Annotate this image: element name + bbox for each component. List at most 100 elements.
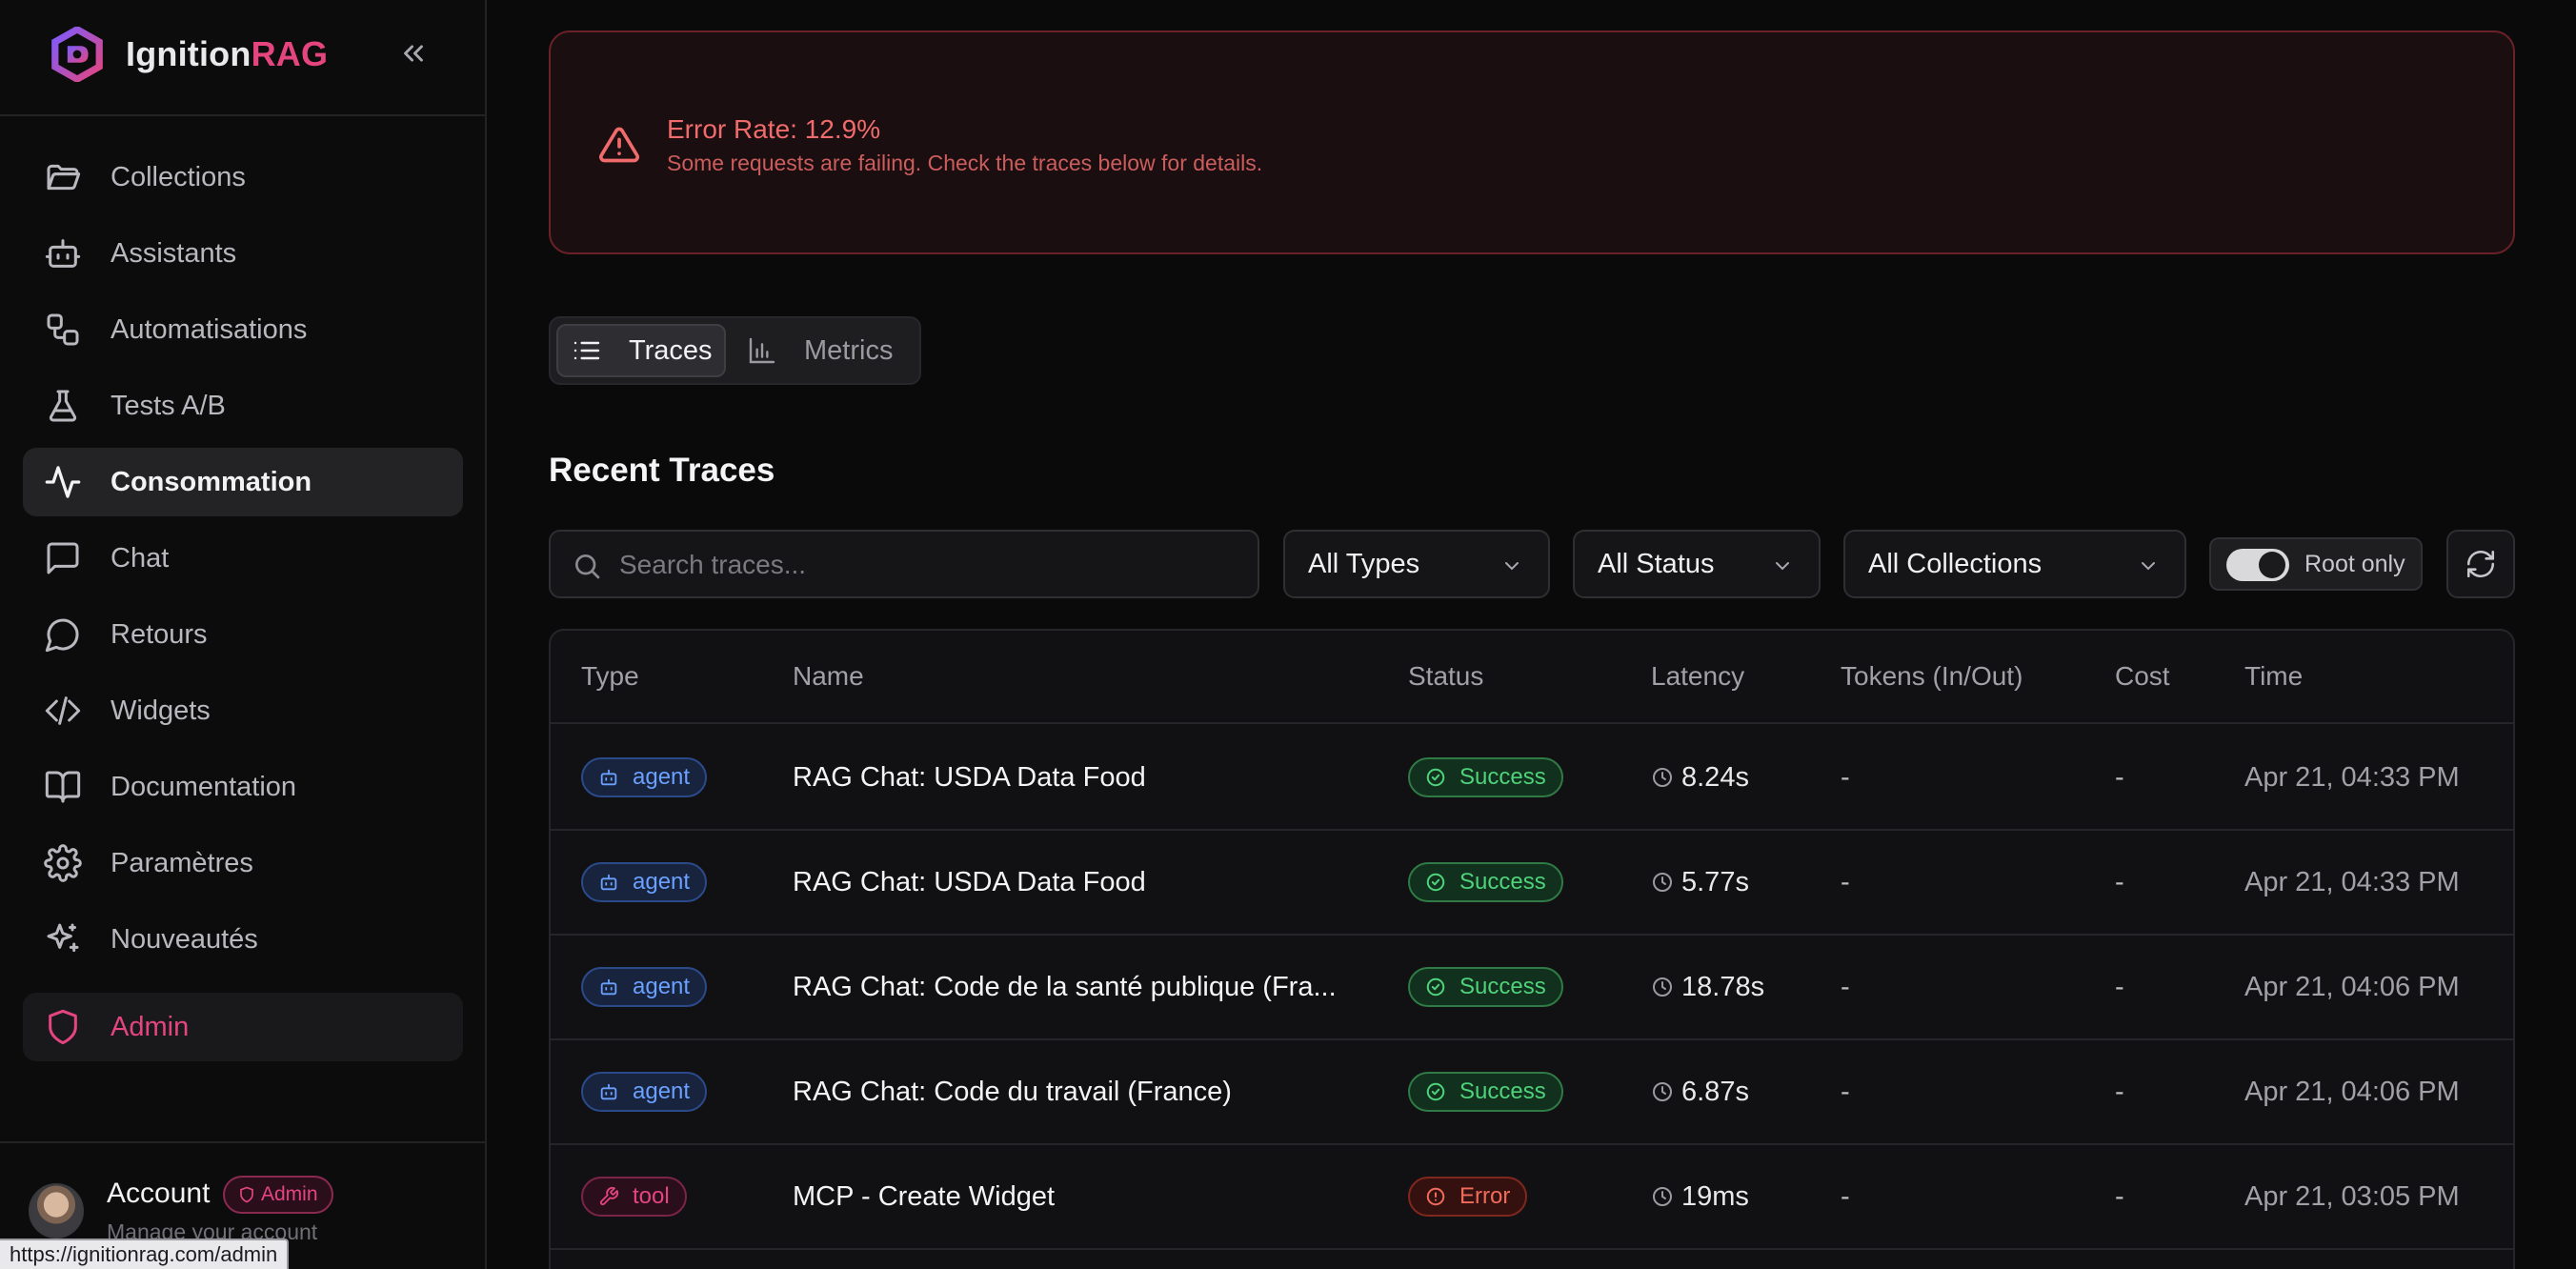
sparkles-icon bbox=[47, 923, 79, 953]
refresh-icon bbox=[2466, 550, 2495, 578]
sidebar-item-label: Nouveautés bbox=[111, 923, 258, 955]
tokens-cell: - bbox=[1841, 1180, 1850, 1212]
flask-icon bbox=[49, 390, 77, 422]
sidebar-item-assistants[interactable]: Assistants bbox=[23, 219, 463, 288]
bot-icon bbox=[45, 239, 81, 268]
tab-metrics[interactable]: Metrics bbox=[747, 324, 893, 377]
sidebar-item-widgets[interactable]: Widgets bbox=[23, 676, 463, 745]
traces-table: Type Name Status Latency Tokens (In/Out)… bbox=[549, 629, 2515, 1269]
root-only-toggle[interactable] bbox=[2226, 549, 2289, 581]
column-header-type[interactable]: Type bbox=[581, 661, 639, 692]
brand[interactable]: IgnitionRAG bbox=[50, 25, 328, 84]
type-filter-select[interactable]: All Types bbox=[1283, 530, 1550, 598]
sidebar-item-chat[interactable]: Chat bbox=[23, 524, 463, 593]
search-icon bbox=[575, 554, 600, 579]
root-only-filter: Root only bbox=[2209, 537, 2423, 591]
clock-icon bbox=[1653, 873, 1672, 892]
account-name: Account bbox=[107, 1178, 211, 1209]
chevrons-left-icon bbox=[404, 45, 423, 62]
table-row[interactable]: agent RAG Chat: USDA Data Food Success 5… bbox=[551, 831, 2513, 936]
bot-icon bbox=[600, 1083, 617, 1100]
search-box bbox=[549, 530, 1259, 598]
status-badge: Success bbox=[1408, 967, 1563, 1007]
column-header-status[interactable]: Status bbox=[1408, 661, 1483, 692]
time-cell: Apr 21, 04:06 PM bbox=[2244, 1076, 2460, 1107]
collapse-sidebar-button[interactable] bbox=[392, 32, 434, 74]
cost-cell: - bbox=[2115, 1180, 2124, 1212]
type-badge: agent bbox=[581, 862, 708, 902]
shield-icon bbox=[240, 1186, 253, 1203]
time-cell: Apr 21, 04:33 PM bbox=[2244, 866, 2460, 897]
sidebar-item-label: Automatisations bbox=[111, 313, 308, 345]
cost-cell: - bbox=[2115, 971, 2124, 1002]
column-header-cost[interactable]: Cost bbox=[2115, 661, 2170, 692]
bot-icon bbox=[600, 769, 617, 786]
wrench-icon bbox=[599, 1186, 619, 1206]
table-row[interactable]: agent RAG Chat: Code de la santé publiqu… bbox=[551, 936, 2513, 1040]
check-circle-icon bbox=[1426, 1082, 1445, 1101]
check-circle-icon bbox=[1426, 977, 1445, 997]
sidebar-item-collections[interactable]: Collections bbox=[23, 143, 463, 212]
trace-name: RAG Chat: Code du travail (France) bbox=[793, 1076, 1232, 1107]
bot-icon bbox=[600, 874, 617, 891]
column-header-time[interactable]: Time bbox=[2244, 661, 2303, 692]
book-icon bbox=[45, 771, 81, 803]
check-circle-icon bbox=[1426, 873, 1445, 892]
sidebar-item-tests-ab[interactable]: Tests A/B bbox=[23, 372, 463, 440]
tab-traces[interactable]: Traces bbox=[556, 324, 726, 377]
workflow-icon bbox=[47, 313, 79, 346]
sidebar-item-label: Paramètres bbox=[111, 847, 253, 878]
divider bbox=[0, 1141, 487, 1143]
cost-cell: - bbox=[2115, 761, 2124, 793]
clock-icon bbox=[1653, 768, 1672, 787]
table-row[interactable]: agent RAG Chat: USDA Data Food Success 8… bbox=[551, 726, 2513, 831]
search-input[interactable] bbox=[619, 541, 1229, 589]
folder-icon bbox=[47, 164, 81, 191]
message-circle-icon bbox=[45, 618, 79, 653]
table-row[interactable]: agent RAG Chat: Code du travail (France)… bbox=[551, 1040, 2513, 1145]
sidebar-item-label: Admin bbox=[111, 1011, 190, 1042]
sidebar-item-admin[interactable]: Admin bbox=[23, 993, 463, 1061]
sidebar-item-documentation[interactable]: Documentation bbox=[23, 753, 463, 821]
logo-icon bbox=[51, 27, 103, 82]
sidebar-item-consommation[interactable]: Consommation bbox=[23, 448, 463, 516]
latency-cell: 6.87s bbox=[1651, 1040, 1749, 1143]
column-header-latency[interactable]: Latency bbox=[1651, 661, 1744, 692]
bot-icon bbox=[600, 978, 617, 996]
column-header-name[interactable]: Name bbox=[793, 661, 864, 692]
trace-name: MCP - Create Widget bbox=[793, 1180, 1056, 1212]
tab-label: Metrics bbox=[804, 334, 894, 366]
sidebar-item-automatisations[interactable]: Automatisations bbox=[23, 295, 463, 364]
sidebar-item-label: Tests A/B bbox=[111, 390, 226, 421]
select-value: All Collections bbox=[1868, 548, 2043, 579]
code-icon bbox=[45, 696, 81, 725]
chevron-down-icon bbox=[1776, 562, 1789, 571]
status-filter-select[interactable]: All Status bbox=[1573, 530, 1821, 598]
trace-name: RAG Chat: Code de la santé publique (Fra… bbox=[793, 971, 1337, 1002]
sidebar-item-retours[interactable]: Retours bbox=[23, 600, 463, 669]
sidebar-item-nouveautes[interactable]: Nouveautés bbox=[23, 905, 463, 974]
avatar bbox=[29, 1183, 84, 1239]
alert-message: Some requests are failing. Check the tra… bbox=[667, 151, 1263, 175]
latency-cell: 8.24s bbox=[1651, 726, 1749, 829]
column-header-tokens[interactable]: Tokens (In/Out) bbox=[1841, 661, 2023, 692]
chevron-down-icon bbox=[2142, 562, 2155, 571]
refresh-button[interactable] bbox=[2446, 530, 2515, 598]
status-badge: Error bbox=[1408, 1177, 1528, 1217]
status-badge: Success bbox=[1408, 862, 1563, 902]
status-badge: Success bbox=[1408, 757, 1563, 797]
shield-icon bbox=[49, 1009, 77, 1045]
sidebar-item-parametres[interactable]: Paramètres bbox=[23, 829, 463, 897]
collection-filter-select[interactable]: All Collections bbox=[1843, 530, 2186, 598]
latency-cell: 19ms bbox=[1651, 1145, 1749, 1248]
cost-cell: - bbox=[2115, 866, 2124, 897]
status-badge: Success bbox=[1408, 1072, 1563, 1112]
alert-triangle-icon bbox=[599, 127, 639, 163]
sidebar-item-label: Retours bbox=[111, 618, 208, 650]
view-tabs: Traces Metrics bbox=[549, 316, 921, 385]
cost-cell: - bbox=[2115, 1076, 2124, 1107]
table-header: Type Name Status Latency Tokens (In/Out)… bbox=[551, 631, 2513, 724]
latency-cell: 5.77s bbox=[1651, 831, 1749, 934]
table-row[interactable]: tool MCP - Create Widget Error 19ms - - … bbox=[551, 1145, 2513, 1250]
sidebar: IgnitionRAG Collections Assistants Autom… bbox=[0, 0, 487, 1269]
